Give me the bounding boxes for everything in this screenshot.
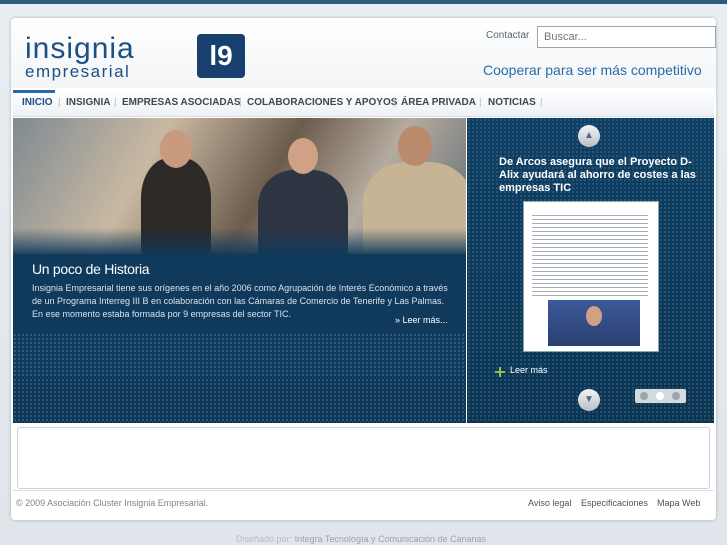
news-thumbnail[interactable] [523,201,659,352]
photo-person-head [288,138,318,174]
history-panel: Un poco de Historia Insignia Empresarial… [13,118,466,378]
logo-word-insignia: insignia [25,32,135,65]
nav-item-noticias[interactable]: NOTICIAS [488,97,536,108]
nav-item-colaboraciones[interactable]: COLABORACIONES Y APOYOS [247,97,397,108]
photo-person-head [160,130,192,168]
copyright-text: © 2009 Asociación Cluster Insignia Empre… [16,498,209,508]
slider-pager [635,389,686,403]
nav-separator: | [479,97,482,108]
photo-shade [13,228,466,254]
designed-by-prefix: Diseñado por [236,534,290,544]
nav-separator: | [114,97,117,108]
logo-mark-icon: l9 [197,34,245,78]
pager-dot-active[interactable] [656,392,664,400]
nav-separator: | [239,97,242,108]
slogan: Cooperar para ser más competitivo [483,62,702,78]
header: insignia empresarial l9 Contactar Cooper… [11,18,716,88]
thumbnail-article-text [532,212,648,296]
footer-link-especificaciones[interactable]: Especificaciones [581,498,648,508]
history-read-more-link[interactable]: » Leer más... [395,315,448,325]
world-map-strip [13,378,466,423]
logo[interactable]: insignia empresarial l9 [25,32,245,81]
slider-down-arrow-icon[interactable]: ▼ [578,389,600,411]
photo-person-head [398,126,432,166]
contact-link[interactable]: Contactar [486,30,529,41]
nav-active-indicator [13,90,55,93]
news-read-more-link[interactable]: Leer más [510,365,548,375]
logo-word-empresarial: empresarial [25,62,131,81]
footer-link-mapa-web[interactable]: Mapa Web [657,498,700,508]
main-nav: INICIO | INSIGNIA | EMPRESAS ASOCIADAS |… [13,90,714,117]
nav-item-insignia[interactable]: INSIGNIA [66,97,110,108]
search-input[interactable] [537,26,716,48]
nav-separator: | [393,97,396,108]
content-box [17,427,710,489]
history-text: Insignia Empresarial tiene sus orígenes … [32,283,448,319]
thumbnail-video [548,300,640,346]
plus-icon [495,367,505,377]
news-title[interactable]: De Arcos asegura que el Proyecto D-Alix … [499,156,699,195]
footer-link-aviso-legal[interactable]: Aviso legal [528,498,571,508]
world-map-pattern [13,333,466,378]
slider-up-arrow-icon[interactable]: ▲ [578,125,600,147]
nav-separator: | [58,97,61,108]
hero-photo [13,118,466,254]
thumbnail-face [586,306,602,326]
footer-divider [13,490,714,491]
news-slider: ▲ De Arcos asegura que el Proyecto D-Ali… [467,118,714,423]
nav-item-empresas-asociadas[interactable]: EMPRESAS ASOCIADAS [122,97,241,108]
pager-dot[interactable] [640,392,648,400]
page-container: insignia empresarial l9 Contactar Cooper… [11,18,716,520]
history-title: Un poco de Historia [32,261,150,277]
nav-item-area-privada[interactable]: ÁREA PRIVADA [401,97,476,108]
nav-separator: | [540,97,543,108]
designed-by-text: Diseñado por: Integra Tecnología y Comun… [236,534,487,544]
pager-dot[interactable] [672,392,680,400]
designer-link[interactable]: Integra Tecnología y Comunicación de Can… [295,534,486,544]
nav-item-inicio[interactable]: INICIO [22,97,53,108]
